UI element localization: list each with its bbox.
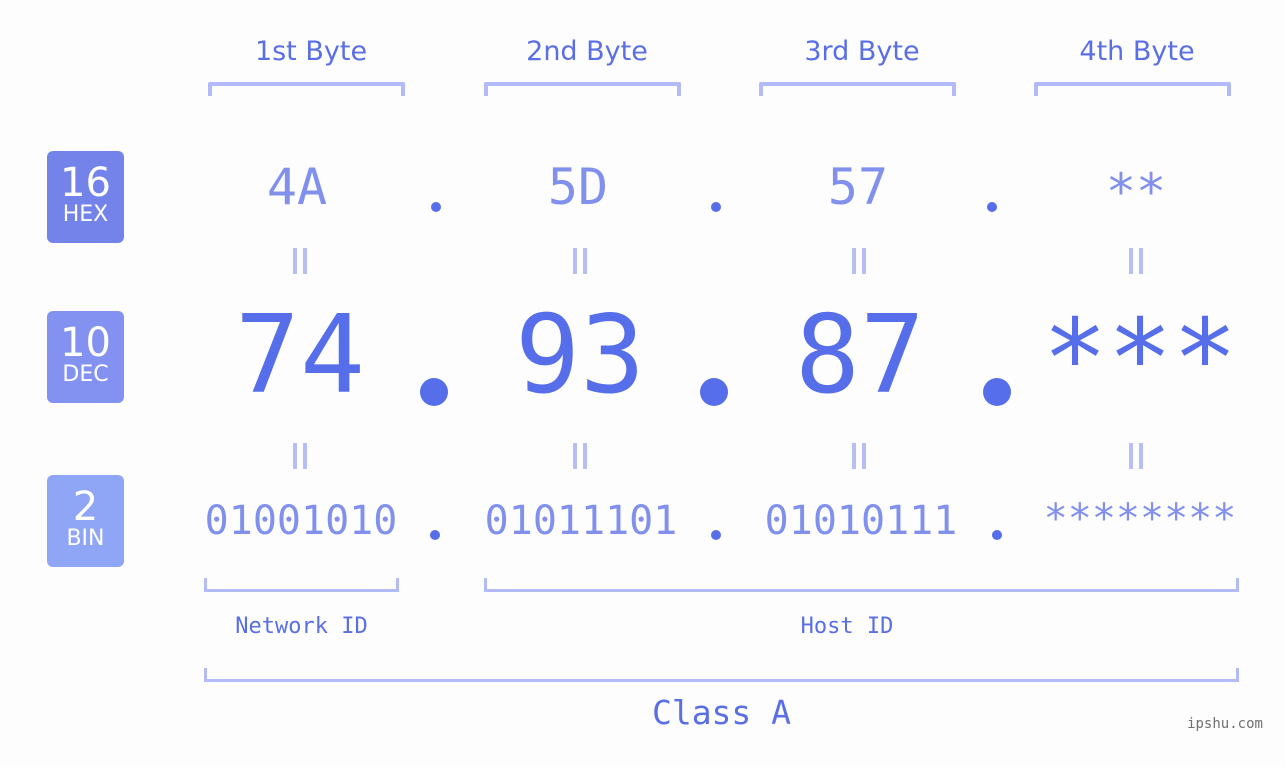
equals-icon xyxy=(293,443,307,469)
watermark: ipshu.com xyxy=(1187,716,1263,732)
bin-value-3: 01010111 xyxy=(764,498,958,544)
byte-bracket-1 xyxy=(208,82,405,96)
network-id-label: Network ID xyxy=(235,614,368,639)
bin-dot-3 xyxy=(992,530,1002,540)
hex-dot-2 xyxy=(711,202,721,212)
bin-label: BIN xyxy=(66,526,105,551)
bin-dot-2 xyxy=(711,530,721,540)
equals-icon xyxy=(573,248,587,274)
dec-value-2: 93 xyxy=(514,293,646,418)
bin-value-4: ******** xyxy=(1043,496,1237,542)
network-id-bracket xyxy=(204,578,399,592)
host-id-label: Host ID xyxy=(800,614,894,639)
host-id-bracket xyxy=(484,578,1239,592)
hex-dot-3 xyxy=(987,202,997,212)
byte-header-4: 4th Byte xyxy=(1079,36,1195,67)
dec-base: 10 xyxy=(60,320,111,366)
byte-header-1: 1st Byte xyxy=(254,36,368,67)
class-label: Class A xyxy=(651,693,792,732)
dec-badge: 10 DEC xyxy=(47,311,124,403)
dec-dot-3 xyxy=(983,378,1011,406)
bin-badge: 2 BIN xyxy=(47,475,124,567)
byte-bracket-4 xyxy=(1034,82,1231,96)
hex-base: 16 xyxy=(60,160,111,206)
class-bracket xyxy=(204,668,1239,682)
bin-dot-1 xyxy=(430,530,440,540)
hex-value-2: 5D xyxy=(547,158,609,216)
hex-value-1: 4A xyxy=(266,158,328,216)
equals-icon xyxy=(293,248,307,274)
equals-icon xyxy=(1129,443,1143,469)
byte-header-3: 3rd Byte xyxy=(804,36,920,67)
hex-badge: 16 HEX xyxy=(47,151,124,243)
bin-value-1: 01001010 xyxy=(204,498,398,544)
hex-value-3: 57 xyxy=(827,158,889,216)
dec-value-3: 87 xyxy=(794,293,926,418)
bin-value-2: 01011101 xyxy=(484,498,678,544)
equals-icon xyxy=(1129,248,1143,274)
dec-dot-1 xyxy=(420,378,448,406)
dec-value-4: *** xyxy=(1042,297,1238,422)
byte-bracket-3 xyxy=(759,82,956,96)
hex-value-4: ** xyxy=(1105,163,1167,221)
equals-icon xyxy=(852,248,866,274)
byte-header-2: 2nd Byte xyxy=(526,36,648,67)
byte-bracket-2 xyxy=(484,82,681,96)
hex-label: HEX xyxy=(62,202,109,227)
equals-icon xyxy=(573,443,587,469)
dec-dot-2 xyxy=(700,378,728,406)
bin-base: 2 xyxy=(72,484,99,530)
hex-dot-1 xyxy=(431,202,441,212)
dec-label: DEC xyxy=(62,362,109,387)
dec-value-1: 74 xyxy=(234,293,366,418)
equals-icon xyxy=(852,443,866,469)
